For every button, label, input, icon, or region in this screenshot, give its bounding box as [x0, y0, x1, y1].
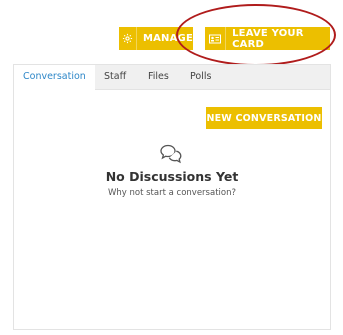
tab-bar: Conversation Staff Files Polls: [14, 65, 330, 90]
tab-staff[interactable]: Staff: [104, 65, 126, 89]
leave-your-card-button[interactable]: LEAVE YOUR CARD: [205, 27, 330, 50]
gear-icon: [119, 27, 137, 50]
new-conversation-button[interactable]: NEW CONVERSATION: [206, 107, 322, 129]
manage-button[interactable]: MANAGE: [119, 27, 193, 50]
tab-conversation[interactable]: Conversation: [14, 65, 95, 90]
tab-files[interactable]: Files: [148, 65, 169, 89]
chat-bubbles-icon: [159, 143, 183, 165]
empty-state-subtitle: Why not start a conversation?: [107, 188, 236, 198]
manage-button-label: MANAGE: [142, 33, 193, 44]
id-card-icon: [205, 27, 227, 50]
tab-polls[interactable]: Polls: [190, 65, 211, 89]
empty-state-title: No Discussions Yet: [105, 169, 239, 184]
discussion-panel: Conversation Staff Files Polls NEW CONVE…: [13, 64, 331, 330]
leave-your-card-button-label: LEAVE YOUR CARD: [232, 27, 304, 50]
